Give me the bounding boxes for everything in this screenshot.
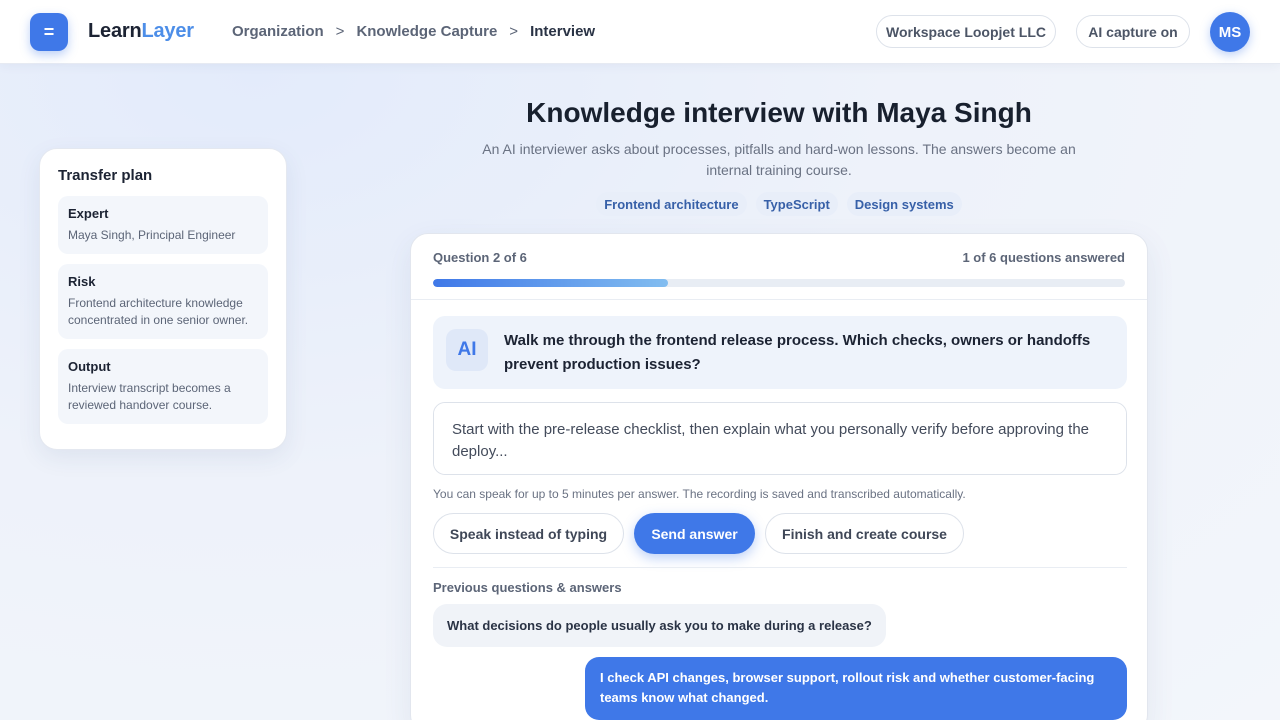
progress-fill	[433, 279, 669, 287]
page-subtitle: An AI interviewer asks about processes, …	[482, 141, 1076, 178]
plan-item-desc: Interview transcript becomes a reviewed …	[68, 381, 231, 412]
speak-button[interactable]: Speak instead of typing	[433, 513, 624, 554]
breadcrumb-separator: >	[335, 23, 345, 40]
plan-item-desc: Frontend architecture knowledge concentr…	[68, 296, 249, 327]
plan-item-output: Output Interview transcript becomes a re…	[58, 349, 268, 424]
question-counter: Question 2 of 6	[433, 250, 527, 265]
divider	[433, 567, 1127, 568]
brand-logo[interactable]: LearnLayer	[88, 20, 194, 43]
breadcrumb: Organization > Knowledge Capture > Inter…	[232, 23, 595, 40]
plan-item-desc: Maya Singh, Principal Engineer	[68, 228, 236, 242]
recording-hint: You can speak for up to 5 minutes per an…	[433, 487, 966, 501]
brand-part-2: Layer	[141, 20, 194, 42]
question-text: Walk me through the frontend release pro…	[504, 332, 1091, 373]
previous-question-bubble: What decisions do people usually ask you…	[433, 604, 886, 647]
tag-frontend-architecture: Frontend architecture	[596, 192, 747, 216]
finish-course-button[interactable]: Finish and create course	[765, 513, 964, 554]
menu-icon[interactable]: =	[30, 13, 68, 51]
ai-capture-toggle[interactable]: AI capture on	[1076, 15, 1190, 48]
tag-typescript: TypeScript	[755, 192, 838, 216]
plan-item-risk: Risk Frontend architecture knowledge con…	[58, 264, 268, 339]
progress-bar	[433, 279, 1125, 287]
transfer-plan-title: Transfer plan	[58, 167, 153, 184]
breadcrumb-interview: Interview	[530, 23, 596, 40]
breadcrumb-knowledge-capture[interactable]: Knowledge Capture	[356, 23, 497, 40]
tag-design-systems: Design systems	[846, 192, 962, 216]
answered-counter: 1 of 6 questions answered	[962, 250, 1125, 265]
ai-icon: AI	[446, 329, 488, 371]
topic-tags: Frontend architecture TypeScript Design …	[410, 192, 1148, 216]
previous-answers-label: Previous questions & answers	[433, 580, 622, 595]
send-answer-button[interactable]: Send answer	[634, 513, 755, 554]
plan-item-title: Risk	[68, 274, 96, 289]
answer-input[interactable]	[433, 402, 1127, 475]
top-bar: = LearnLayer Organization > Knowledge Ca…	[0, 0, 1280, 64]
previous-answer-bubble: I check API changes, browser support, ro…	[585, 657, 1127, 720]
plan-item-title: Expert	[68, 206, 109, 221]
avatar[interactable]: MS	[1210, 12, 1250, 52]
brand-part-1: Learn	[88, 20, 142, 42]
breadcrumb-separator: >	[509, 23, 519, 40]
workspace-button[interactable]: Workspace Loopjet LLC	[876, 15, 1056, 48]
breadcrumb-organization[interactable]: Organization	[232, 23, 324, 40]
plan-item-expert: Expert Maya Singh, Principal Engineer	[58, 196, 268, 254]
progress-section: Question 2 of 6 1 of 6 questions answere…	[411, 234, 1147, 300]
plan-item-title: Output	[68, 359, 111, 374]
transfer-plan-card: Transfer plan Expert Maya Singh, Princip…	[39, 148, 287, 450]
interview-card: Question 2 of 6 1 of 6 questions answere…	[410, 233, 1148, 720]
current-question: AI Walk me through the frontend release …	[433, 316, 1127, 389]
page-title: Knowledge interview with Maya Singh	[526, 97, 1032, 128]
